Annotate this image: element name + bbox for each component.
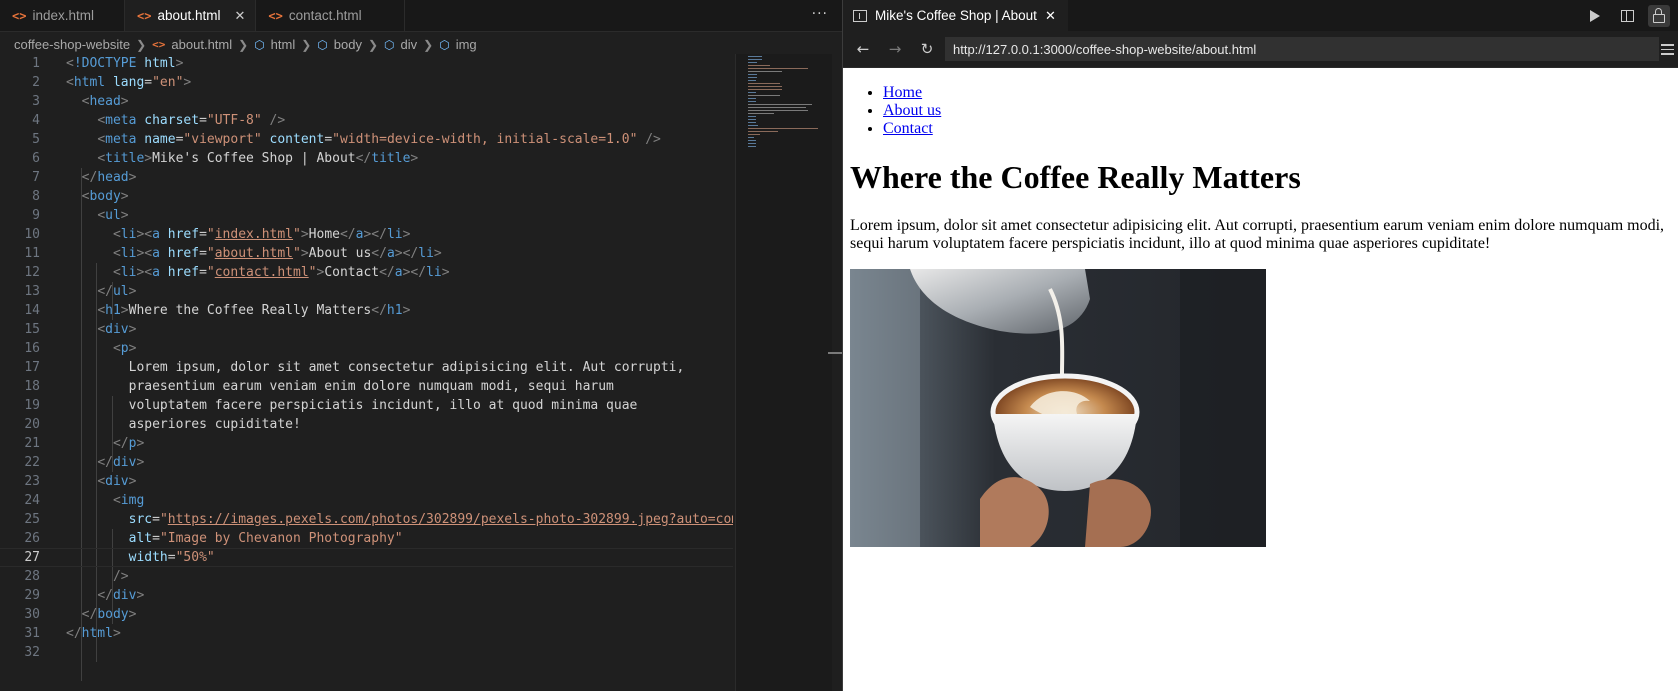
browser-tab-bar: Mike's Coffee Shop | About ✕ bbox=[843, 0, 1678, 31]
symbol-element-icon: ⬡ bbox=[254, 37, 265, 52]
code-line-current: 27 width="50%" bbox=[0, 548, 733, 567]
lock-icon bbox=[1653, 7, 1665, 23]
coffee-photo bbox=[850, 269, 1266, 547]
back-button[interactable]: ← bbox=[849, 35, 877, 63]
split-editor-icon bbox=[1620, 9, 1634, 22]
browser-tab[interactable]: Mike's Coffee Shop | About ✕ bbox=[843, 0, 1068, 31]
code-line: 29 </div> bbox=[24, 588, 145, 603]
nav-link-home[interactable]: Home bbox=[883, 84, 922, 101]
code-line: 17 Lorem ipsum, dolor sit amet consectet… bbox=[24, 360, 685, 375]
code-line: 24 <img bbox=[24, 493, 145, 508]
code-line: 8 <body> bbox=[32, 189, 129, 204]
more-actions-icon[interactable]: ··· bbox=[812, 6, 828, 22]
nav-list: Home About us Contact bbox=[843, 84, 1678, 138]
run-button[interactable] bbox=[1584, 5, 1606, 27]
rendered-page: Home About us Contact Where the Coffee R… bbox=[843, 68, 1678, 691]
arrow-right-icon: → bbox=[888, 40, 902, 58]
code-line: 12 <li><a href="contact.html">Contact</a… bbox=[24, 265, 450, 280]
reload-button[interactable]: ↻ bbox=[913, 35, 941, 63]
code-line: 21 </p> bbox=[24, 436, 145, 451]
hamburger-menu-icon[interactable] bbox=[1661, 41, 1674, 58]
code-line: 23 <div> bbox=[24, 474, 137, 489]
code-line: 28 /> bbox=[24, 569, 129, 584]
chevron-right-icon: ❯ bbox=[301, 37, 312, 52]
code-line: 2 <html lang="en"> bbox=[32, 75, 192, 90]
symbol-element-icon: ⬡ bbox=[384, 37, 395, 52]
scrollbar-marker bbox=[828, 352, 842, 354]
url-input[interactable] bbox=[945, 37, 1659, 61]
chevron-right-icon: ❯ bbox=[423, 37, 434, 52]
code-line: 4 <meta charset="UTF-8" /> bbox=[32, 113, 286, 128]
chevron-right-icon: ❯ bbox=[136, 37, 147, 52]
code-line: 5 <meta name="viewport" content="width=d… bbox=[32, 132, 661, 147]
symbol-element-icon: ⬡ bbox=[439, 37, 450, 52]
code-line: 25 src="https://images.pexels.com/photos… bbox=[24, 512, 733, 527]
code-line: 32 bbox=[24, 645, 40, 660]
breadcrumb-html[interactable]: html bbox=[271, 37, 296, 52]
tab-label: index.html bbox=[32, 8, 94, 23]
code-line: 1 <!DOCTYPE html> bbox=[32, 56, 184, 71]
breadcrumb-folder[interactable]: coffee-shop-website bbox=[14, 37, 130, 52]
code-line: 9 <ul> bbox=[32, 208, 129, 223]
forward-button[interactable]: → bbox=[881, 35, 909, 63]
list-item: Contact bbox=[883, 120, 1678, 138]
code-line: 20 asperiores cupiditate! bbox=[24, 417, 301, 432]
html-file-icon: <> bbox=[152, 38, 166, 51]
tab-label: contact.html bbox=[288, 8, 362, 23]
code-line: 11 <li><a href="about.html">About us</a>… bbox=[24, 246, 442, 261]
code-area[interactable]: 1 <!DOCTYPE html> 2 <html lang="en"> 3 <he… bbox=[0, 54, 733, 691]
browser-tab-title: Mike's Coffee Shop | About bbox=[875, 8, 1037, 23]
browser-preview: Mike's Coffee Shop | About ✕ ← → ↻ Home … bbox=[843, 0, 1678, 691]
minimap[interactable] bbox=[735, 54, 833, 691]
code-line: 15 <div> bbox=[24, 322, 137, 337]
code-line: 16 <p> bbox=[24, 341, 137, 356]
tab-label: about.html bbox=[157, 8, 221, 23]
code-line: 30 </body> bbox=[24, 607, 137, 622]
code-line: 31 </html> bbox=[24, 626, 121, 641]
code-line: 3 <head> bbox=[32, 94, 129, 109]
arrow-left-icon: ← bbox=[856, 40, 870, 58]
breadcrumb-img[interactable]: img bbox=[456, 37, 477, 52]
list-item: About us bbox=[883, 102, 1678, 120]
symbol-element-icon: ⬡ bbox=[317, 37, 328, 52]
code-line: 22 </div> bbox=[24, 455, 145, 470]
preview-icon bbox=[853, 9, 867, 22]
code-editor: <> index.html <> about.html ✕ <> contact… bbox=[0, 0, 842, 691]
page-heading: Where the Coffee Really Matters bbox=[850, 159, 1301, 195]
tab-about-html[interactable]: <> about.html ✕ bbox=[124, 0, 257, 31]
lock-button[interactable] bbox=[1648, 4, 1670, 27]
code-line: 26 alt="Image by Chevanon Photography" bbox=[24, 531, 403, 546]
code-line: 13 </ul> bbox=[24, 284, 137, 299]
page-paragraph: Lorem ipsum, dolor sit amet consectetur … bbox=[850, 217, 1665, 252]
play-icon bbox=[1590, 9, 1600, 22]
tab-contact-html[interactable]: <> contact.html bbox=[256, 0, 405, 31]
chevron-right-icon: ❯ bbox=[238, 37, 249, 52]
html-file-icon: <> bbox=[12, 8, 27, 23]
chevron-right-icon: ❯ bbox=[367, 37, 379, 52]
nav-link-contact[interactable]: Contact bbox=[883, 120, 933, 137]
list-item: Home bbox=[883, 84, 1678, 102]
html-file-icon: <> bbox=[136, 8, 152, 23]
split-editor-button[interactable] bbox=[1616, 5, 1638, 27]
code-line: 19 voluptatem facere perspiciatis incidu… bbox=[24, 398, 638, 413]
html-file-icon: <> bbox=[268, 8, 283, 23]
tab-index-html[interactable]: <> index.html bbox=[0, 0, 125, 31]
breadcrumb-body[interactable]: body bbox=[334, 37, 362, 52]
code-line: 10 <li><a href="index.html">Home</a></li… bbox=[24, 227, 411, 242]
close-icon[interactable]: ✕ bbox=[234, 8, 245, 24]
editor-scrollbar[interactable] bbox=[832, 54, 842, 691]
editor-tab-bar: <> index.html <> about.html ✕ <> contact… bbox=[0, 0, 842, 32]
editor-actions bbox=[1584, 0, 1670, 31]
code-line: 14 <h1>Where the Coffee Really Matters</… bbox=[24, 303, 411, 318]
refresh-icon: ↻ bbox=[920, 40, 934, 58]
breadcrumb-file[interactable]: about.html bbox=[171, 37, 232, 52]
browser-nav-bar: ← → ↻ bbox=[843, 31, 1678, 68]
code-line: 7 </head> bbox=[32, 170, 137, 185]
breadcrumb-div[interactable]: div bbox=[401, 37, 418, 52]
close-icon[interactable]: ✕ bbox=[1045, 8, 1056, 24]
nav-link-about[interactable]: About us bbox=[883, 102, 941, 119]
code-line: 6 <title>Mike's Coffee Shop | About</tit… bbox=[32, 151, 419, 166]
code-line: 18 praesentium earum veniam enim dolore … bbox=[24, 379, 614, 394]
